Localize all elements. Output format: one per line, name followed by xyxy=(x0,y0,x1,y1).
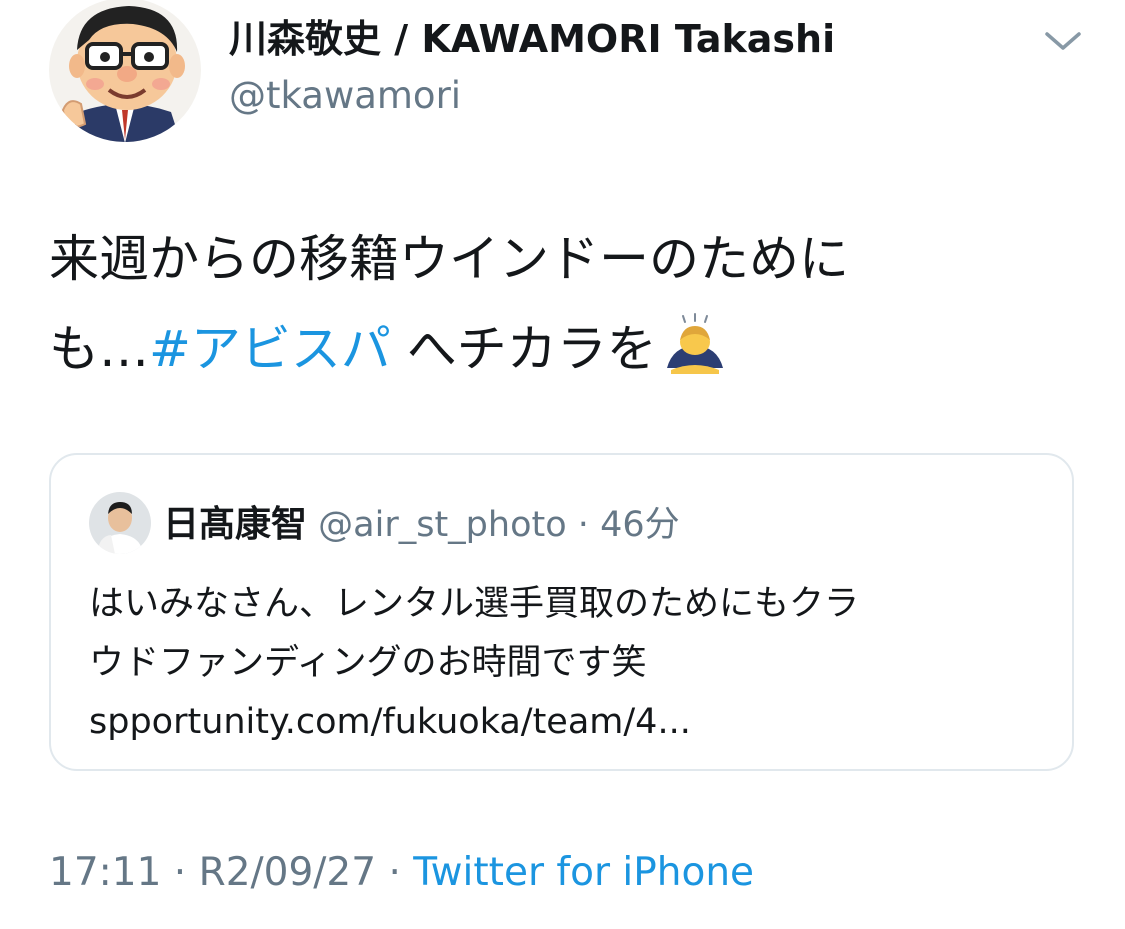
person-bowing-emoji xyxy=(663,312,727,376)
quoted-tweet-time: 46分 xyxy=(600,505,680,545)
quoted-tweet-header: 日髙康智 @air_st_photo · 46分 xyxy=(163,499,680,551)
author-handle[interactable]: @tkawamori xyxy=(229,72,461,120)
quoted-text-line-1: はいみなさん、レンタル選手買取のためにもクラ xyxy=(89,584,860,624)
tweet-date[interactable]: R2/09/27 xyxy=(199,850,376,895)
tweet-source-link[interactable]: Twitter for iPhone xyxy=(413,850,754,895)
hashtag-link[interactable]: #アビスパ xyxy=(149,320,391,378)
quoted-author-name[interactable]: 日髙康智 xyxy=(163,504,307,545)
author-display-name[interactable]: 川森敬史 / KAWAMORI Takashi xyxy=(229,14,835,64)
tweet-meta: 17:11 · R2/09/27 · Twitter for iPhone xyxy=(49,847,754,899)
tweet-text: 来週からの移籍ウインドーのために も…#アビスパ へチカラを xyxy=(49,214,1069,394)
meta-separator-1: · xyxy=(161,850,199,895)
tweet-text-prefix: も… xyxy=(49,320,149,378)
meta-separator-2: · xyxy=(376,850,414,895)
tweet-time[interactable]: 17:11 xyxy=(49,850,161,895)
tweet-text-line-2: も…#アビスパ へチカラを xyxy=(49,304,1069,394)
chevron-down-icon[interactable] xyxy=(1041,26,1085,58)
quoted-text-line-3: spportunity.com/fukuoka/team/4... xyxy=(89,702,691,742)
quoted-tweet-card[interactable]: 日髙康智 @air_st_photo · 46分 はいみなさん、レンタル選手買取… xyxy=(49,453,1074,771)
quoted-text-line-2: ウドファンディングのお時間です笑 xyxy=(89,643,647,683)
quoted-separator: · xyxy=(567,505,600,545)
tweet-text-suffix: へチカラを xyxy=(390,320,657,378)
quoted-separator-dot: · xyxy=(577,505,589,545)
author-avatar[interactable] xyxy=(49,0,201,143)
quoted-author-handle[interactable]: @air_st_photo xyxy=(318,505,566,545)
quoted-tweet-text: はいみなさん、レンタル選手買取のためにもクラ ウドファンディングのお時間です笑 … xyxy=(89,575,1049,752)
quoted-author-avatar[interactable] xyxy=(89,492,151,554)
tweet-text-line-1: 来週からの移籍ウインドーのために xyxy=(49,230,849,288)
